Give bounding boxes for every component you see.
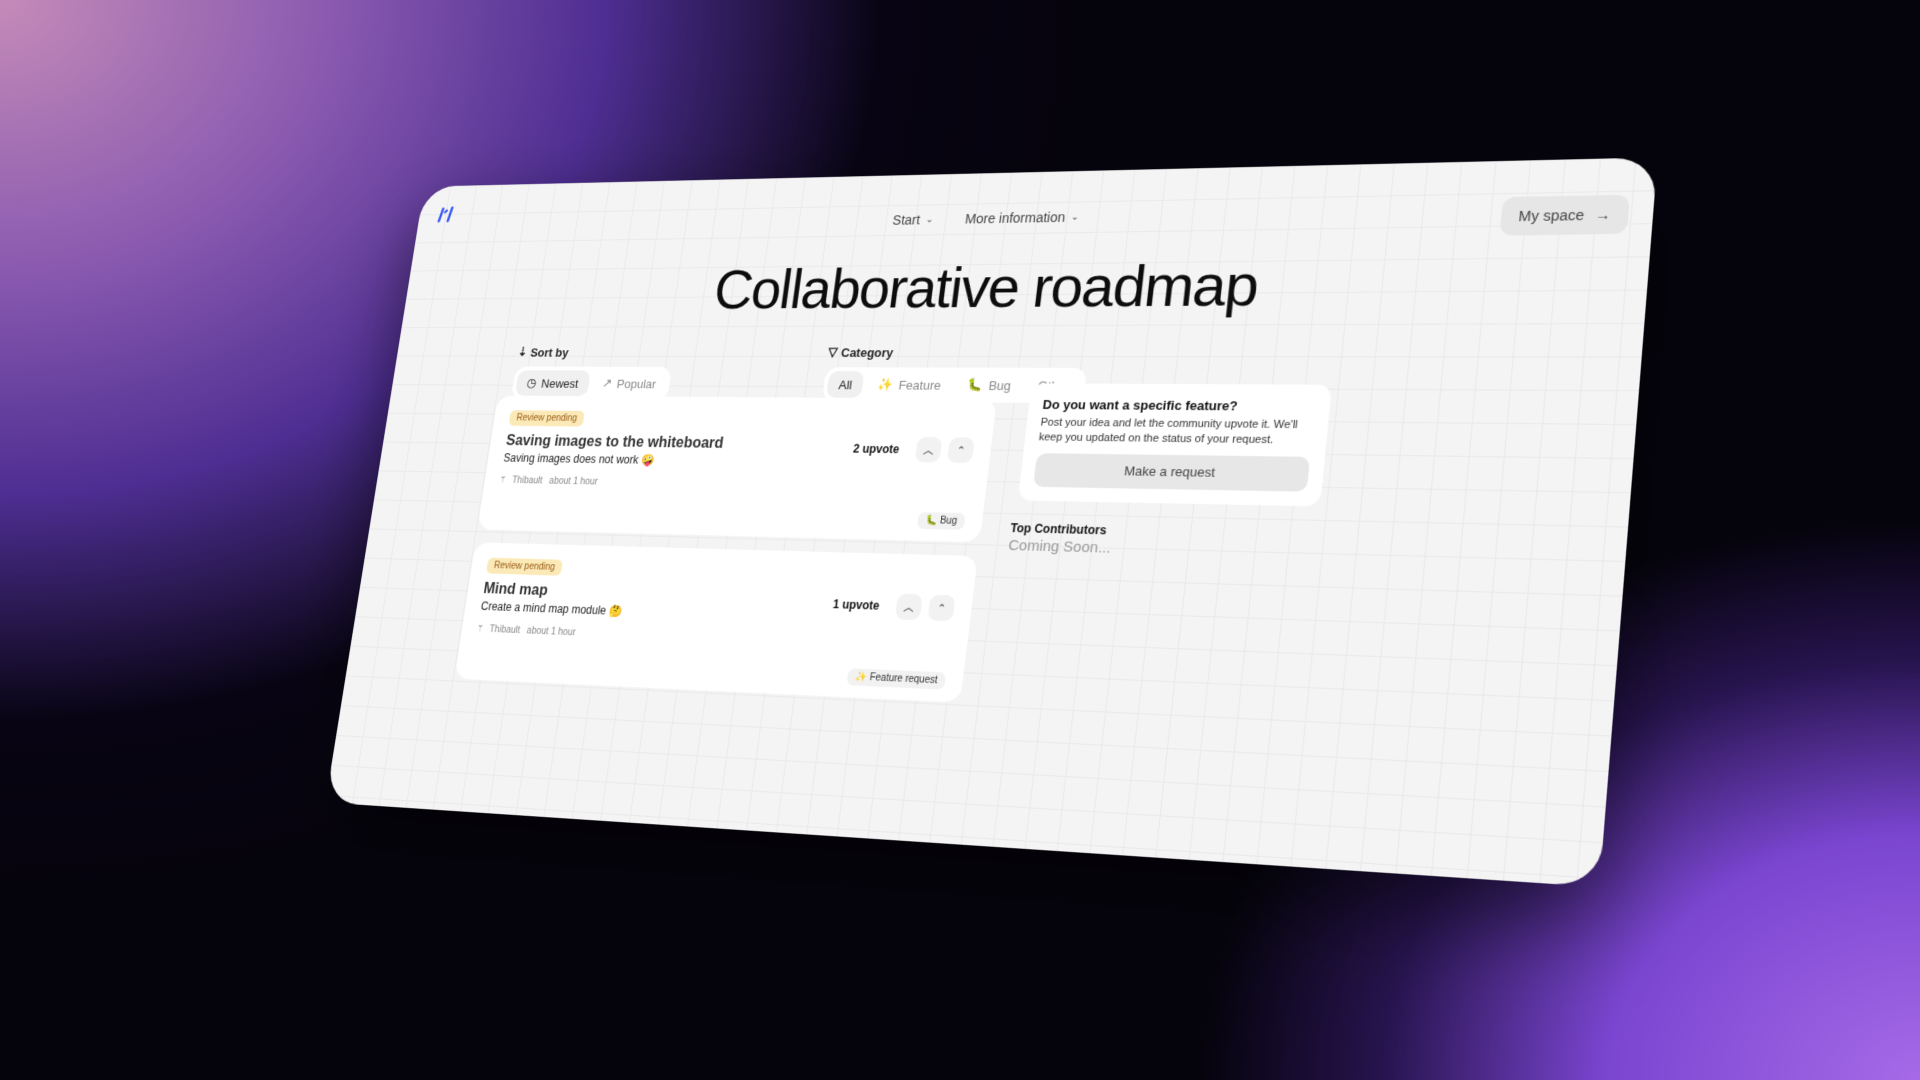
sort-icon: ⇣ <box>517 344 529 359</box>
avatar-icon: ᛘ <box>476 623 484 635</box>
chevron-down-icon: ⌄ <box>924 214 935 225</box>
category-all[interactable]: All <box>825 371 865 398</box>
my-space-label: My space <box>1517 206 1585 225</box>
category-tag: ✨ Feature request <box>846 668 947 690</box>
nav-start[interactable]: Start ⌄ <box>891 212 935 228</box>
sort-newest-label: Newest <box>540 376 580 391</box>
post-time: about 1 hour <box>526 625 577 639</box>
upvote-count: 1 upvote <box>832 597 881 613</box>
category-all-label: All <box>837 377 854 392</box>
super-upvote-button[interactable]: ⌃ <box>946 437 975 464</box>
avatar-icon: ᛘ <box>499 475 507 486</box>
upvote-count: 2 upvote <box>852 441 901 457</box>
upvote-button[interactable]: ︿ <box>894 593 923 621</box>
arrow-right-icon: → <box>1594 206 1612 224</box>
post-meta: ᛘ Thibault about 1 hour <box>477 624 950 654</box>
bug-icon: 🐛 <box>966 377 984 392</box>
post-author: Thibault <box>488 624 521 636</box>
trending-icon: ↗ <box>601 375 613 390</box>
nav-start-label: Start <box>891 212 922 228</box>
category-label: Category <box>840 345 895 360</box>
sort-label: Sort by <box>529 345 570 359</box>
upvote-button[interactable]: ︿ <box>914 436 943 463</box>
app-window: Start ⌄ More information ⌄ My space → Co… <box>325 157 1658 888</box>
status-badge: Review pending <box>486 557 564 576</box>
clock-icon: ◷ <box>525 375 538 390</box>
request-text: Post your idea and let the community upv… <box>1038 416 1299 447</box>
sort-popular[interactable]: ↗ Popular <box>590 370 668 396</box>
request-feature-box: Do you want a specific feature? Post you… <box>1017 383 1333 507</box>
double-chevron-up-icon: ⌃ <box>955 444 967 457</box>
make-request-button[interactable]: Make a request <box>1033 452 1311 492</box>
my-space-button[interactable]: My space → <box>1499 194 1631 236</box>
list-item[interactable]: Review pending Mind map Create a mind ma… <box>454 542 978 703</box>
sort-popular-label: Popular <box>616 376 658 391</box>
request-title: Do you want a specific feature? <box>1041 397 1239 414</box>
vote-controls: 1 upvote ︿ ⌃ <box>831 591 956 622</box>
filter-icon: ▽ <box>827 344 839 359</box>
category-bug[interactable]: 🐛 Bug <box>954 371 1024 398</box>
super-upvote-button[interactable]: ⌃ <box>927 594 956 622</box>
post-meta: ᛘ Thibault about 1 hour <box>499 475 969 494</box>
chevron-up-icon: ︿ <box>922 444 935 457</box>
sort-section: ⇣ Sort by ◷ Newest ↗ Popular <box>510 344 676 401</box>
top-contributors: Top Contributors Coming Soon... <box>1007 521 1113 557</box>
contributors-subtitle: Coming Soon... <box>1007 537 1112 557</box>
background-stage: Start ⌄ More information ⌄ My space → Co… <box>0 0 1920 1080</box>
nav-more-information-label: More information <box>964 209 1067 227</box>
double-chevron-up-icon: ⌃ <box>936 602 947 615</box>
chevron-down-icon: ⌄ <box>1070 211 1080 223</box>
post-time: about 1 hour <box>548 476 599 488</box>
page-title: Collaborative roadmap <box>710 251 1262 321</box>
category-bug-label: Bug <box>987 377 1012 393</box>
sort-newest[interactable]: ◷ Newest <box>514 370 591 397</box>
sparkles-icon: ✨ <box>877 376 895 392</box>
category-feature[interactable]: ✨ Feature <box>865 371 954 398</box>
top-nav: Start ⌄ More information ⌄ <box>416 198 1654 235</box>
list-item[interactable]: Review pending Saving images to the whit… <box>477 395 997 543</box>
contributors-title: Top Contributors <box>1009 521 1108 538</box>
category-feature-label: Feature <box>897 377 942 393</box>
vote-controls: 2 upvote ︿ ⌃ <box>852 436 975 464</box>
post-author: Thibault <box>511 475 544 487</box>
chevron-up-icon: ︿ <box>902 601 915 614</box>
category-tag: 🐛 Bug <box>916 512 966 530</box>
nav-more-information[interactable]: More information ⌄ <box>964 209 1080 226</box>
status-badge: Review pending <box>508 410 586 427</box>
request-feed: Review pending Saving images to the whit… <box>453 395 997 717</box>
